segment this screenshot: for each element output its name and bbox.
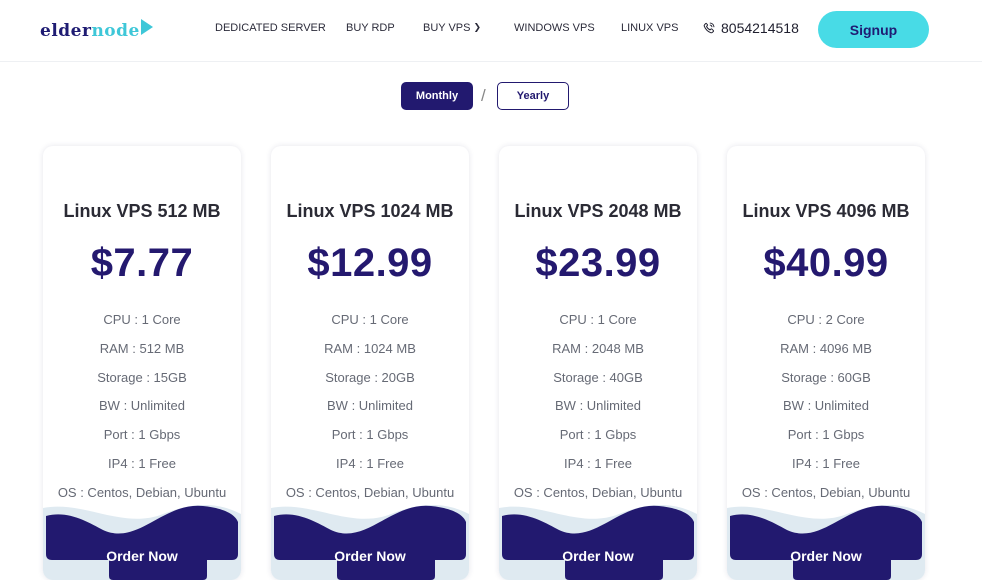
feature-cpu: CPU : 2 Core bbox=[787, 312, 865, 327]
play-icon bbox=[140, 19, 153, 35]
plan-price: $23.99 bbox=[535, 241, 661, 285]
eldernode-logo[interactable]: eldernode bbox=[40, 18, 153, 44]
order-now-button[interactable]: Order Now bbox=[499, 548, 697, 564]
order-now-button[interactable]: Order Now bbox=[271, 548, 469, 564]
feature-storage: Storage : 40GB bbox=[553, 369, 643, 385]
wave-decoration bbox=[727, 505, 925, 580]
feature-storage: Storage : 20GB bbox=[325, 369, 415, 385]
plan-title: Linux VPS 1024 MB bbox=[286, 201, 454, 221]
feature-cpu: CPU : 1 Core bbox=[559, 312, 637, 327]
plan-price: $40.99 bbox=[763, 241, 889, 285]
feature-ip4: IP4 : 1 Free bbox=[792, 455, 860, 471]
plan-card: Linux VPS 1024 MB $12.99 CPU : 1 Core RA… bbox=[271, 146, 469, 580]
feature-bandwidth: BW : Unlimited bbox=[555, 398, 641, 414]
feature-port: Port : 1 Gbps bbox=[103, 427, 181, 443]
nav-buy-vps-label: BUY VPS bbox=[423, 22, 471, 34]
site-header: eldernode DEDICATED SERVER BUY RDP BUY V… bbox=[0, 0, 982, 62]
feature-bandwidth: BW : Unlimited bbox=[783, 398, 869, 414]
nav-buy-rdp[interactable]: BUY RDP bbox=[346, 22, 395, 34]
yearly-toggle-button[interactable]: Yearly bbox=[497, 82, 569, 110]
feature-ram: RAM : 4096 MB bbox=[780, 340, 872, 356]
nav-windows-vps[interactable]: WINDOWS VPS bbox=[514, 22, 595, 34]
feature-port: Port : 1 Gbps bbox=[331, 427, 409, 443]
phone-icon bbox=[703, 22, 715, 34]
plan-title: Linux VPS 4096 MB bbox=[742, 201, 910, 221]
order-now-button[interactable]: Order Now bbox=[727, 548, 925, 564]
plan-features: CPU : 1 Core RAM : 1024 MB Storage : 20G… bbox=[271, 312, 469, 514]
wave-decoration bbox=[271, 505, 469, 580]
feature-cpu: CPU : 1 Core bbox=[103, 312, 181, 327]
plan-features: CPU : 1 Core RAM : 512 MB Storage : 15GB… bbox=[43, 312, 241, 514]
signup-button[interactable]: Signup bbox=[818, 11, 929, 48]
plan-title: Linux VPS 512 MB bbox=[63, 201, 221, 221]
wave-decoration bbox=[499, 505, 697, 580]
plan-title: Linux VPS 2048 MB bbox=[514, 201, 682, 221]
feature-storage: Storage : 60GB bbox=[781, 369, 871, 385]
feature-ip4: IP4 : 1 Free bbox=[336, 455, 404, 471]
nav-linux-vps[interactable]: LINUX VPS bbox=[621, 22, 678, 34]
nav-buy-vps[interactable]: BUY VPS ❯ bbox=[423, 22, 481, 34]
feature-bandwidth: BW : Unlimited bbox=[327, 398, 413, 414]
monthly-toggle-button[interactable]: Monthly bbox=[401, 82, 473, 110]
plan-price: $7.77 bbox=[90, 241, 194, 285]
feature-ip4: IP4 : 1 Free bbox=[564, 455, 632, 471]
feature-bandwidth: BW : Unlimited bbox=[99, 398, 185, 414]
plan-card: Linux VPS 512 MB $7.77 CPU : 1 Core RAM … bbox=[43, 146, 241, 580]
toggle-separator: / bbox=[481, 86, 486, 105]
feature-ram: RAM : 1024 MB bbox=[324, 340, 416, 356]
order-now-button[interactable]: Order Now bbox=[43, 548, 241, 564]
feature-ram: RAM : 2048 MB bbox=[552, 340, 644, 356]
plan-price: $12.99 bbox=[307, 241, 433, 285]
phone-contact[interactable]: 8054214518 bbox=[702, 20, 799, 36]
feature-ip4: IP4 : 1 Free bbox=[108, 455, 176, 471]
feature-port: Port : 1 Gbps bbox=[559, 427, 637, 443]
plan-features: CPU : 1 Core RAM : 2048 MB Storage : 40G… bbox=[499, 312, 697, 514]
logo-wordmark: eldernode bbox=[40, 21, 140, 41]
feature-cpu: CPU : 1 Core bbox=[331, 312, 409, 327]
feature-storage: Storage : 15GB bbox=[97, 369, 187, 385]
plan-card: Linux VPS 2048 MB $23.99 CPU : 1 Core RA… bbox=[499, 146, 697, 580]
chevron-down-icon: ❯ bbox=[473, 22, 482, 32]
phone-number: 8054214518 bbox=[721, 20, 799, 36]
feature-port: Port : 1 Gbps bbox=[787, 427, 865, 443]
plan-features: CPU : 2 Core RAM : 4096 MB Storage : 60G… bbox=[727, 312, 925, 514]
wave-decoration bbox=[43, 505, 241, 580]
feature-ram: RAM : 512 MB bbox=[99, 340, 185, 356]
plan-card: Linux VPS 4096 MB $40.99 CPU : 2 Core RA… bbox=[727, 146, 925, 580]
nav-dedicated-server[interactable]: DEDICATED SERVER bbox=[215, 22, 326, 34]
